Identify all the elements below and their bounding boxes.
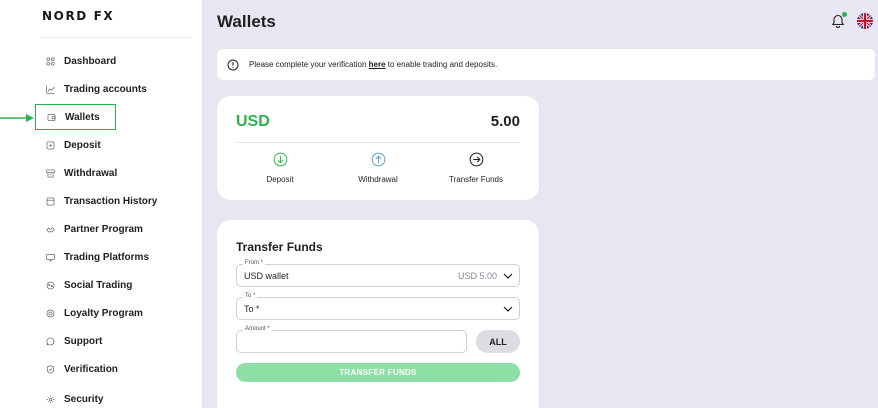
transfer-funds-action-label: Transfer Funds (449, 175, 503, 184)
shield-icon (35, 363, 55, 376)
sidebar-item-support[interactable]: Support (35, 328, 195, 354)
transfer-funds-action[interactable]: Transfer Funds (431, 152, 521, 184)
withdrawal-icon (35, 167, 55, 180)
from-select[interactable]: From * USD wallet USD 5.00 (236, 260, 520, 287)
sidebar-item-deposit[interactable]: Deposit (35, 132, 195, 158)
sidebar-item-label: Verification (64, 363, 118, 375)
withdrawal-action-label: Withdrawal (358, 175, 398, 184)
brand-logo[interactable]: NORD FX (42, 9, 114, 23)
language-flag-icon[interactable] (857, 13, 873, 29)
chart-icon (35, 83, 55, 96)
sidebar-item-label: Trading accounts (64, 83, 147, 95)
from-balance: USD 5.00 (457, 271, 497, 281)
sidebar-item-label: Security (64, 393, 104, 405)
deposit-action[interactable]: Deposit (235, 152, 325, 184)
support-icon (35, 335, 55, 348)
wallet-divider (236, 142, 520, 143)
page-title: Wallets (217, 12, 276, 31)
info-icon (227, 59, 239, 70)
history-icon (35, 195, 55, 208)
sidebar-item-withdrawal[interactable]: Withdrawal (35, 160, 195, 186)
transfer-funds-title: Transfer Funds (236, 240, 323, 254)
withdrawal-action[interactable]: Withdrawal (333, 152, 423, 184)
chevron-down-icon (503, 306, 513, 312)
sidebar-item-wallets[interactable]: Wallets (35, 104, 116, 130)
transfer-funds-button[interactable]: TRANSFER FUNDS (236, 363, 520, 382)
sidebar-item-trading-accounts[interactable]: Trading accounts (35, 76, 195, 102)
amount-label: Amount * (243, 326, 272, 332)
gear-icon (35, 393, 55, 406)
sidebar-item-label: Social Trading (64, 279, 133, 291)
sidebar: NORD FX Dashboard Trading accounts Walle… (0, 0, 203, 408)
transfer-funds-card: Transfer Funds From * USD wallet USD 5.0… (217, 220, 539, 408)
from-value: USD wallet (244, 271, 289, 281)
notice-text-end: to enable trading and deposits. (385, 60, 498, 69)
sidebar-item-partner-program[interactable]: Partner Program (35, 216, 195, 242)
sidebar-item-label: Transaction History (64, 195, 158, 207)
sidebar-item-label: Trading Platforms (64, 251, 150, 263)
pointer-arrow-icon (0, 114, 34, 122)
dashboard-icon (35, 55, 55, 68)
wallet-card: USD 5.00 Deposit Withdrawal Transfer Fun… (217, 96, 539, 200)
arrow-right-circle-icon (469, 152, 483, 167)
sidebar-item-label: Support (64, 335, 103, 347)
logo-divider (40, 37, 190, 38)
deposit-action-label: Deposit (266, 175, 294, 184)
sidebar-item-label: Wallets (65, 111, 100, 123)
sidebar-item-label: Withdrawal (64, 167, 118, 179)
platforms-icon (35, 251, 55, 264)
sidebar-item-label: Loyalty Program (64, 307, 143, 319)
loyalty-icon (35, 307, 55, 320)
sidebar-item-security[interactable]: Security (35, 386, 195, 408)
sidebar-item-loyalty-program[interactable]: Loyalty Program (35, 300, 195, 326)
arrow-down-circle-icon (273, 152, 287, 167)
chevron-down-icon (503, 273, 513, 279)
sidebar-item-social-trading[interactable]: Social Trading (35, 272, 195, 298)
sidebar-item-label: Partner Program (64, 223, 143, 235)
sidebar-item-label: Deposit (64, 139, 101, 151)
verification-link[interactable]: here (369, 60, 386, 69)
partner-icon (35, 223, 55, 236)
notification-dot (842, 12, 847, 17)
sidebar-item-transaction-history[interactable]: Transaction History (35, 188, 195, 214)
sidebar-item-trading-platforms[interactable]: Trading Platforms (35, 244, 195, 270)
deposit-icon (35, 139, 55, 152)
sidebar-item-verification[interactable]: Verification (35, 356, 195, 382)
arrow-up-circle-icon (371, 152, 385, 167)
to-label: To * (243, 293, 258, 299)
wallet-balance: 5.00 (490, 113, 520, 130)
sidebar-item-dashboard[interactable]: Dashboard (35, 48, 195, 74)
verification-notice: Please complete your verification here t… (217, 49, 875, 80)
notice-text-start: Please complete your verification (249, 60, 369, 69)
notice-text: Please complete your verification here t… (249, 60, 497, 69)
social-icon (35, 279, 55, 292)
to-value: To * (244, 304, 260, 314)
from-label: From * (243, 260, 265, 266)
sidebar-item-label: Dashboard (64, 55, 117, 67)
all-amount-button[interactable]: ALL (476, 330, 520, 353)
to-select[interactable]: To * To * (236, 293, 520, 320)
wallet-currency: USD (236, 113, 270, 130)
amount-field[interactable]: Amount * (236, 326, 467, 353)
wallet-icon (36, 111, 56, 124)
